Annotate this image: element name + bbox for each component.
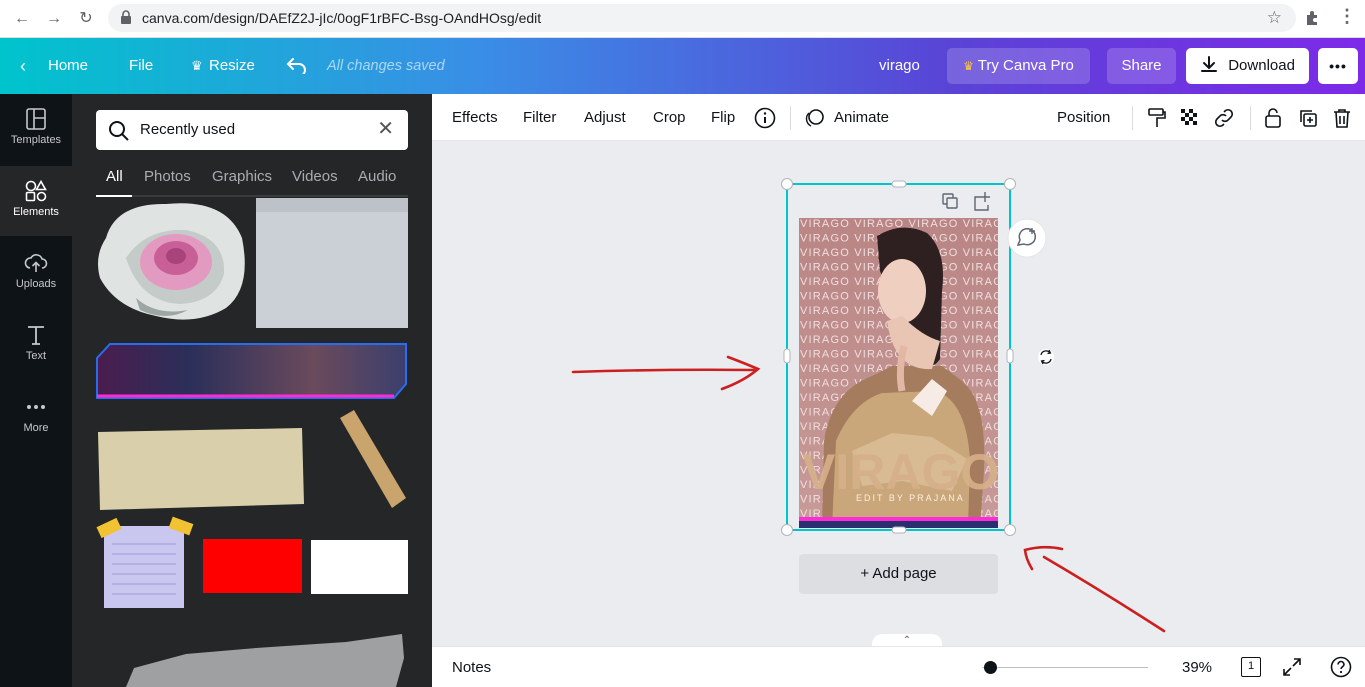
- editor-footer: Notes 39% 1: [432, 646, 1365, 687]
- undo-icon[interactable]: [286, 56, 308, 74]
- editor-toolbar: Effects Filter Adjust Crop Flip Animate …: [432, 94, 1365, 141]
- design-title-text[interactable]: VIRAGO: [802, 444, 999, 500]
- zoom-slider-handle[interactable]: [983, 661, 997, 674]
- tab-videos[interactable]: Videos: [292, 168, 338, 185]
- copy-page-icon[interactable]: [942, 193, 958, 209]
- masking-tape-graphic[interactable]: [98, 428, 304, 510]
- chevron-left-icon[interactable]: ‹: [20, 38, 26, 94]
- effects-button[interactable]: Effects: [452, 94, 498, 141]
- file-menu-button[interactable]: File: [129, 38, 153, 94]
- elements-panel: Recently used ✕ All Photos Graphics Vide…: [72, 94, 432, 687]
- sidebar-item-elements[interactable]: Elements: [0, 166, 72, 236]
- reload-icon[interactable]: ↻: [76, 9, 96, 29]
- crop-button[interactable]: Crop: [653, 94, 686, 141]
- trash-icon[interactable]: [1331, 107, 1353, 129]
- rose-graphic[interactable]: [98, 203, 245, 320]
- home-button[interactable]: Home: [48, 38, 88, 94]
- lock-icon: [121, 10, 131, 24]
- lock-icon[interactable]: [1262, 107, 1284, 129]
- search-value: Recently used: [140, 121, 236, 138]
- sidebar-item-label: Uploads: [15, 278, 57, 290]
- flip-button[interactable]: Flip: [711, 94, 735, 141]
- more-icon: [27, 405, 45, 409]
- browser-chrome: ← → ↻ canva.com/design/DAEfZ2J-jIc/0ogF1…: [0, 0, 1365, 38]
- recent-elements-grid: [96, 198, 408, 687]
- resize-button[interactable]: Resize: [209, 38, 255, 94]
- crown-icon: ♛: [191, 58, 203, 73]
- url-text: canva.com/design/DAEfZ2J-jIc/0ogF1rBFC-B…: [142, 10, 542, 26]
- design-canvas: VIRAGO VIRAGO VIRAGO VIRAGO VIRAGO VIRAGO…: [432, 141, 1365, 648]
- try-canva-pro-button[interactable]: ♛ Try Canva Pro: [947, 48, 1090, 84]
- tab-audio[interactable]: Audio: [358, 168, 396, 185]
- grey-rectangle-graphic[interactable]: [256, 198, 408, 328]
- gradient-banner-graphic[interactable]: [96, 343, 407, 399]
- try-pro-label: Try Canva Pro: [977, 57, 1074, 74]
- editor-header: ‹ Home File ♛ Resize All changes saved v…: [0, 38, 1365, 94]
- add-comment-icon[interactable]: [1007, 218, 1047, 258]
- search-icon: [109, 121, 129, 141]
- animate-icon: [805, 109, 824, 127]
- download-icon: [1201, 56, 1218, 72]
- elements-icon: [25, 180, 47, 202]
- sidebar-item-label: More: [23, 422, 49, 434]
- share-button[interactable]: Share: [1107, 48, 1176, 84]
- position-button[interactable]: Position: [1057, 94, 1110, 141]
- design-subtitle-text[interactable]: EDIT BY PRAJANA: [856, 493, 965, 503]
- crown-icon: ♛: [963, 59, 974, 73]
- fullscreen-icon[interactable]: [1282, 657, 1302, 677]
- brown-tape-graphic[interactable]: [340, 410, 406, 508]
- duplicate-icon[interactable]: [1297, 107, 1319, 129]
- more-options-button[interactable]: •••: [1318, 48, 1358, 84]
- download-label: Download: [1228, 57, 1295, 74]
- search-input[interactable]: Recently used ✕: [96, 110, 408, 150]
- notes-button[interactable]: Notes: [452, 659, 491, 676]
- rotate-icon[interactable]: [1038, 349, 1054, 365]
- address-bar[interactable]: canva.com/design/DAEfZ2J-jIc/0ogF1rBFC-B…: [108, 4, 1296, 32]
- tab-photos[interactable]: Photos: [144, 168, 191, 185]
- browser-menu-icon[interactable]: ⋮: [1338, 6, 1356, 27]
- filter-button[interactable]: Filter: [523, 94, 556, 141]
- tab-all[interactable]: All: [106, 168, 123, 185]
- uploads-icon: [24, 254, 48, 272]
- animate-button[interactable]: Animate: [834, 94, 889, 141]
- adjust-button[interactable]: Adjust: [584, 94, 626, 141]
- back-arrow-icon[interactable]: ←: [12, 9, 32, 29]
- clear-search-icon[interactable]: ✕: [377, 119, 394, 139]
- page-count-button[interactable]: 1: [1241, 657, 1261, 677]
- annotation-arrow: [571, 355, 761, 391]
- transparency-icon[interactable]: [1179, 107, 1201, 129]
- red-rectangle-graphic[interactable]: [203, 539, 302, 593]
- save-status: All changes saved: [327, 58, 445, 74]
- sidebar-item-text[interactable]: Text: [0, 310, 72, 380]
- help-icon[interactable]: [1330, 656, 1352, 678]
- sidebar-item-label: Elements: [13, 206, 59, 218]
- bookmark-star-icon[interactable]: ☆: [1267, 8, 1282, 28]
- note-paper-graphic[interactable]: [96, 516, 194, 608]
- templates-icon: [26, 108, 46, 130]
- paint-roller-icon[interactable]: [1146, 107, 1168, 129]
- white-rectangle-graphic[interactable]: [311, 540, 408, 594]
- annotation-arrow: [1023, 545, 1166, 633]
- sidebar-item-label: Text: [25, 350, 47, 362]
- add-page-button[interactable]: + Add page: [799, 554, 998, 594]
- text-icon: [28, 326, 44, 345]
- info-icon[interactable]: [754, 107, 776, 129]
- sidebar-item-templates[interactable]: Templates: [0, 94, 72, 164]
- add-page-icon[interactable]: [974, 192, 990, 211]
- zoom-slider-track[interactable]: [982, 667, 1148, 668]
- design-page[interactable]: VIRAGO VIRAGO VIRAGO VIRAGOVIRAGO VIRAGO…: [799, 218, 1013, 528]
- link-icon[interactable]: [1213, 107, 1235, 129]
- sidebar-item-uploads[interactable]: Uploads: [0, 238, 72, 308]
- torn-paper-graphic[interactable]: [126, 634, 404, 687]
- side-navigation: Templates Elements Uploads Text More: [0, 94, 72, 687]
- tab-underline: [96, 195, 408, 197]
- zoom-level[interactable]: 39%: [1182, 659, 1212, 676]
- sidebar-item-label: Templates: [10, 134, 62, 146]
- download-button[interactable]: Download: [1186, 48, 1309, 84]
- extensions-puzzle-icon[interactable]: [1304, 10, 1320, 26]
- tab-graphics[interactable]: Graphics: [212, 168, 272, 185]
- design-title[interactable]: virago: [879, 38, 920, 94]
- sidebar-item-more[interactable]: More: [0, 382, 72, 452]
- forward-arrow-icon[interactable]: →: [44, 9, 64, 29]
